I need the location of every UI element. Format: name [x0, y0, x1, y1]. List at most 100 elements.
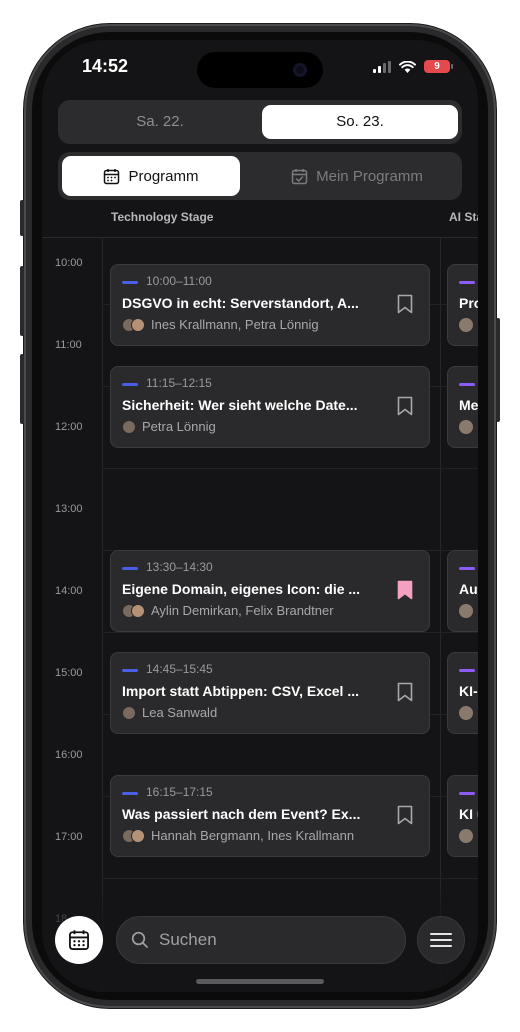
avatar: [459, 706, 473, 720]
grid-hour-line: [102, 468, 478, 469]
power-button: [496, 318, 500, 422]
session-card[interactable]: 10:00–11:00 DSGVO in echt: Serverstandor…: [110, 264, 430, 346]
session-title: Eigene Domain, eigenes Icon: die ...: [122, 581, 361, 597]
speaker-names: Hannah Bergmann, Ines Krallmann: [151, 828, 355, 843]
avatar: [459, 604, 473, 618]
session-card[interactable]: 16:15–17:15 Was passiert nach dem Event?…: [110, 775, 430, 857]
grid-hour-line: [102, 632, 478, 633]
day-selector: Sa. 22. So. 23.: [58, 100, 462, 144]
session-speakers: Aylin Demirkan, Felix Brandtner: [122, 603, 334, 618]
session-title: Aus: [459, 581, 478, 597]
bookmark-icon[interactable]: [397, 294, 413, 314]
stage-accent-bar: [122, 383, 138, 386]
search-icon: [131, 931, 148, 948]
session-card[interactable]: 11:15–12:15 Sicherheit: Wer sieht welche…: [110, 366, 430, 448]
calendar-button[interactable]: [55, 916, 103, 964]
session-time: 14:45–15:45: [146, 662, 213, 676]
calendar-icon: [69, 930, 89, 950]
cellular-signal-icon: [373, 60, 391, 73]
session-speakers: Ines Krallmann, Petra Lönnig: [122, 317, 319, 332]
menu-icon: [430, 933, 452, 947]
view-selector: Programm Mein Programm: [58, 152, 462, 200]
time-label: 15:00: [55, 667, 83, 679]
tab-mein-programm-label: Mein Programm: [316, 167, 423, 185]
tab-mein-programm[interactable]: Mein Programm: [256, 156, 458, 196]
stage-accent-bar: [459, 383, 475, 386]
mute-switch: [20, 200, 24, 236]
time-label: 17:00: [55, 831, 83, 843]
speaker-avatars: [122, 705, 136, 720]
search-placeholder: Suchen: [159, 930, 217, 949]
session-speakers: Petra Lönnig: [122, 419, 216, 434]
session-speakers: Lea Sanwald: [122, 705, 217, 720]
stage-header-ai: AI Sta: [449, 210, 478, 224]
tab-day-saturday[interactable]: Sa. 22.: [62, 105, 258, 139]
stage-accent-bar: [459, 669, 475, 672]
time-label: 14:00: [55, 585, 83, 597]
stage-accent-bar: [459, 281, 475, 284]
stage-accent-bar: [459, 567, 475, 570]
session-speakers: Hannah Bergmann, Ines Krallmann: [122, 828, 354, 843]
stage-accent-bar: [459, 792, 475, 795]
grid-divider: [42, 237, 478, 238]
time-label: 11:00: [55, 339, 82, 351]
session-time: 16:15–17:15: [146, 785, 213, 799]
bookmark-icon[interactable]: [397, 805, 413, 825]
calendar-icon: [104, 168, 120, 184]
session-card[interactable]: 14:45–15:45 Import statt Abtippen: CSV, …: [110, 652, 430, 734]
camera: [293, 63, 307, 77]
battery-indicator: 9: [424, 60, 453, 73]
stage-accent-bar: [122, 792, 138, 795]
session-title: DSGVO in echt: Serverstandort, A...: [122, 295, 359, 311]
bookmark-filled-icon[interactable]: [397, 580, 413, 600]
speaker-names: Petra Lönnig: [142, 419, 216, 434]
session-card[interactable]: 13:30–14:30 Eigene Domain, eigenes Icon:…: [110, 550, 430, 632]
grid-hour-line: [102, 878, 478, 879]
session-title: Import statt Abtippen: CSV, Excel ...: [122, 683, 360, 699]
tab-day-sunday[interactable]: So. 23.: [262, 105, 458, 139]
wifi-icon: [399, 60, 416, 73]
speaker-names: Aylin Demirkan, Felix Brandtner: [151, 603, 334, 618]
calendar-check-icon: [291, 168, 308, 184]
ai-session-card[interactable]: Me: [447, 366, 478, 448]
session-title: Me: [459, 397, 478, 413]
ai-session-card[interactable]: KI u: [447, 775, 478, 857]
bookmark-icon[interactable]: [397, 682, 413, 702]
speaker-names: Ines Krallmann, Petra Lönnig: [151, 317, 319, 332]
dynamic-island: [197, 52, 323, 88]
avatar: [459, 420, 473, 434]
search-input[interactable]: Suchen: [116, 916, 406, 964]
avatar: [459, 318, 473, 332]
stage-accent-bar: [122, 669, 138, 672]
stage-accent-bar: [122, 281, 138, 284]
time-label: 16:00: [55, 749, 83, 761]
session-time: 10:00–11:00: [146, 274, 212, 288]
speaker-avatars: [122, 828, 145, 843]
ai-session-card[interactable]: KI-: [447, 652, 478, 734]
speaker-avatars: [122, 317, 145, 332]
time-label: 13:00: [55, 503, 83, 515]
tab-programm[interactable]: Programm: [62, 156, 240, 196]
volume-up-button: [20, 266, 24, 336]
home-indicator: [196, 979, 324, 984]
status-time: 14:52: [82, 56, 129, 76]
session-time: 13:30–14:30: [146, 560, 213, 574]
ai-session-card[interactable]: Aus: [447, 550, 478, 632]
time-label: 10:00: [55, 257, 83, 269]
stage-accent-bar: [122, 567, 138, 570]
time-label: 12:00: [55, 421, 83, 433]
session-title: KI-: [459, 683, 478, 699]
avatar: [459, 829, 473, 843]
bookmark-icon[interactable]: [397, 396, 413, 416]
session-title: Pro: [459, 295, 478, 311]
app-screen: 14:52 9 Sa. 22. So. 23. Programm Mein Pr…: [42, 40, 478, 992]
session-title: KI u: [459, 806, 478, 822]
session-title: Was passiert nach dem Event? Ex...: [122, 806, 361, 822]
stage-header-technology: Technology Stage: [111, 210, 214, 224]
speaker-names: Lea Sanwald: [142, 705, 218, 720]
ai-session-card[interactable]: Pro: [447, 264, 478, 346]
status-icons: 9: [373, 60, 453, 73]
speaker-avatars: [122, 603, 145, 618]
session-time: 11:15–12:15: [146, 376, 212, 390]
menu-button[interactable]: [417, 916, 465, 964]
